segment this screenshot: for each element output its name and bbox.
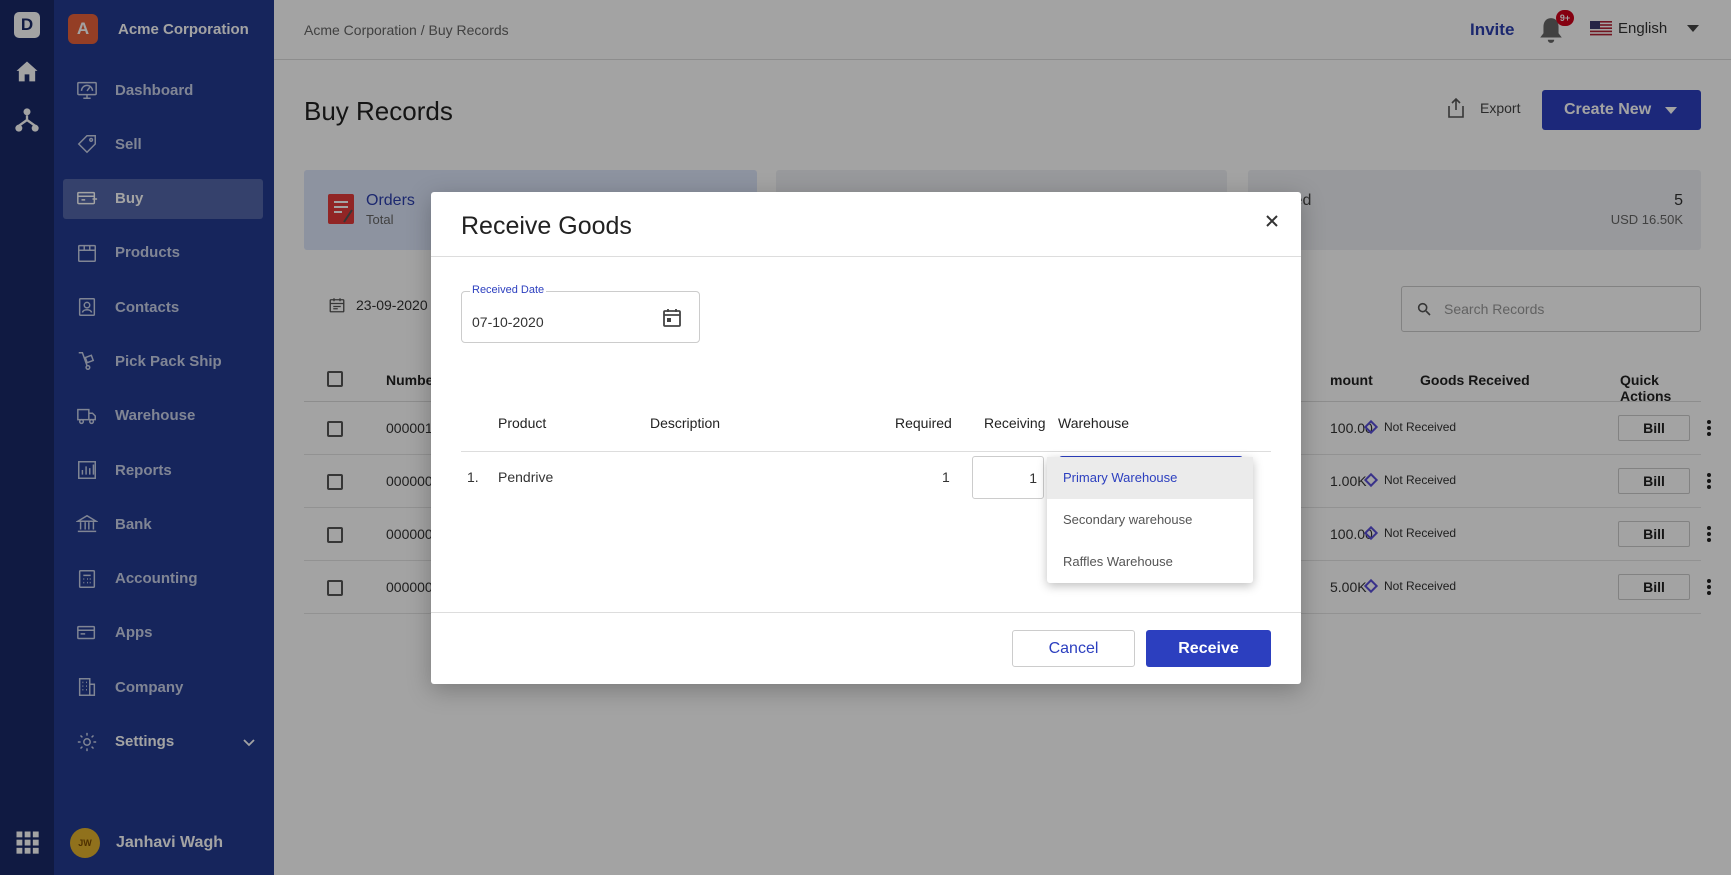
received-date-field[interactable]: Received Date 07-10-2020 (461, 284, 700, 343)
warehouse-dropdown: Primary Warehouse Secondary warehouse Ra… (1047, 457, 1253, 583)
divider (431, 256, 1301, 257)
divider (461, 451, 1271, 452)
receive-goods-dialog: Receive Goods Received Date 07-10-2020 P… (431, 192, 1301, 684)
column-warehouse: Warehouse (1058, 415, 1130, 431)
line-product: Pendrive (498, 469, 554, 485)
cancel-button[interactable]: Cancel (1012, 630, 1135, 667)
warehouse-option-primary[interactable]: Primary Warehouse (1047, 457, 1253, 499)
dialog-title: Receive Goods (461, 212, 632, 240)
divider (431, 612, 1301, 613)
line-required: 1 (942, 469, 950, 485)
calendar-icon[interactable] (662, 308, 682, 328)
warehouse-option-raffles[interactable]: Raffles Warehouse (1047, 541, 1253, 583)
column-receiving: Receiving (984, 415, 1046, 431)
received-date-label: Received Date (470, 284, 547, 296)
received-date-value: 07-10-2020 (472, 314, 544, 330)
close-icon[interactable] (1263, 212, 1281, 230)
column-required: Required (895, 415, 952, 431)
column-description: Description (650, 415, 721, 431)
receiving-quantity-input[interactable] (972, 456, 1044, 499)
column-product: Product (498, 415, 547, 431)
warehouse-option-secondary[interactable]: Secondary warehouse (1047, 499, 1253, 541)
receive-button[interactable]: Receive (1146, 630, 1271, 667)
line-index: 1. (467, 469, 479, 485)
